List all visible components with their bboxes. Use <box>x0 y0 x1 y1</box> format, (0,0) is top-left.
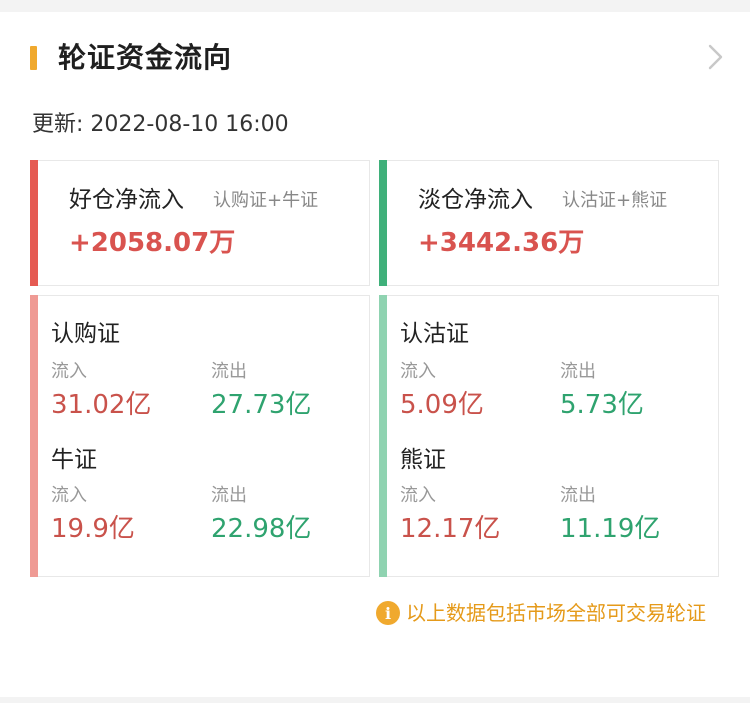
put-outflow-value: 5.73亿 <box>560 390 644 420</box>
footnote-text: 以上数据包括市场全部可交易轮证 <box>406 601 706 625</box>
bearish-detail-card: 认沽证 流入 5.09亿 流出 5.73亿 熊证 流入 12.17亿 流出 11… <box>379 295 719 577</box>
bear-inflow-label: 流入 <box>400 485 436 506</box>
bear-contract-title: 熊证 <box>400 447 446 473</box>
put-inflow-value: 5.09亿 <box>400 390 484 420</box>
bull-contract-title: 牛证 <box>51 447 97 473</box>
bearish-net-card: 淡仓净流入 认沽证+熊证 +3442.36万 <box>379 160 719 286</box>
bear-inflow-value: 12.17亿 <box>400 514 501 544</box>
bullish-detail-accent-bar <box>30 295 38 577</box>
section-header[interactable]: 轮证资金流向 <box>0 12 750 100</box>
bear-outflow-value: 11.19亿 <box>560 514 661 544</box>
call-inflow-label: 流入 <box>51 361 87 382</box>
bullish-sub-label: 认购证+牛证 <box>213 190 319 211</box>
put-outflow-label: 流出 <box>560 361 596 382</box>
top-divider <box>0 0 750 12</box>
footnote: i 以上数据包括市场全部可交易轮证 <box>376 598 706 628</box>
chevron-right-icon[interactable] <box>700 42 730 72</box>
put-warrant-title: 认沽证 <box>400 321 469 347</box>
bearish-accent-bar <box>379 160 387 286</box>
bottom-divider <box>0 697 750 703</box>
bull-inflow-value: 19.9亿 <box>51 514 135 544</box>
call-warrant-title: 认购证 <box>51 321 120 347</box>
bull-inflow-label: 流入 <box>51 485 87 506</box>
bullish-net-label: 好仓净流入 <box>69 187 184 213</box>
info-icon: i <box>376 601 400 625</box>
bearish-net-label: 淡仓净流入 <box>418 187 533 213</box>
title-accent-bar <box>30 46 37 70</box>
call-inflow-value: 31.02亿 <box>51 390 152 420</box>
update-time: 更新: 2022-08-10 16:00 <box>32 112 289 137</box>
bearish-net-value: +3442.36万 <box>418 228 585 258</box>
bullish-accent-bar <box>30 160 38 286</box>
bear-outflow-label: 流出 <box>560 485 596 506</box>
bullish-net-card: 好仓净流入 认购证+牛证 +2058.07万 <box>30 160 370 286</box>
put-inflow-label: 流入 <box>400 361 436 382</box>
bearish-detail-accent-bar <box>379 295 387 577</box>
section-title: 轮证资金流向 <box>58 41 233 74</box>
bull-outflow-value: 22.98亿 <box>211 514 312 544</box>
bullish-net-value: +2058.07万 <box>69 228 236 258</box>
bull-outflow-label: 流出 <box>211 485 247 506</box>
call-outflow-value: 27.73亿 <box>211 390 312 420</box>
bearish-sub-label: 认沽证+熊证 <box>562 190 668 211</box>
bullish-detail-card: 认购证 流入 31.02亿 流出 27.73亿 牛证 流入 19.9亿 流出 2… <box>30 295 370 577</box>
call-outflow-label: 流出 <box>211 361 247 382</box>
